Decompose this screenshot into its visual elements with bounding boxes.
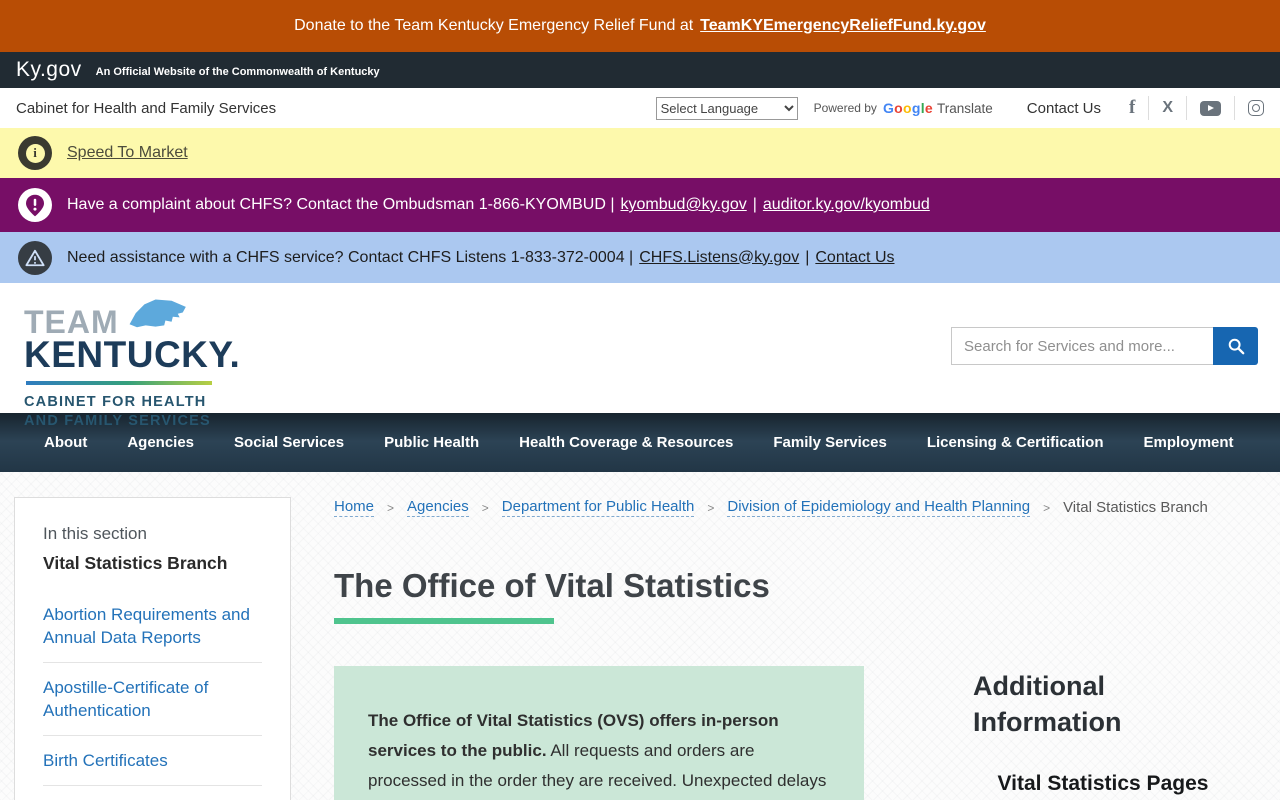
sidebar-link-abortion-reports[interactable]: Abortion Requirements and Annual Data Re… (43, 605, 250, 647)
header-logo-section: TEAM KENTUCKY. CABINET FOR HEALTH AND FA… (0, 283, 1280, 413)
powered-by-label: Powered by (814, 101, 877, 115)
pin-exclamation-icon (18, 188, 52, 222)
search-icon (1227, 337, 1245, 355)
site-name: Cabinet for Health and Family Services (16, 100, 276, 117)
site-search (951, 327, 1258, 365)
divider (1234, 96, 1235, 120)
section-sidebar: In this section Vital Statistics Branch … (14, 497, 291, 800)
x-icon[interactable]: X (1162, 99, 1173, 117)
kentucky-state-shape (127, 297, 189, 336)
warning-triangle-icon (18, 241, 52, 275)
social-links: f X (1129, 96, 1264, 120)
search-button[interactable] (1213, 327, 1258, 365)
nav-item-employment[interactable]: Employment (1124, 434, 1254, 451)
chfs-contact-us-link[interactable]: Contact Us (815, 249, 894, 267)
vital-statistics-pages-heading: Vital Statistics Pages (968, 772, 1238, 796)
donate-banner: Donate to the Team Kentucky Emergency Re… (0, 0, 1280, 52)
additional-info-heading: Additional Information (973, 668, 1223, 740)
ombudsman-text: Have a complaint about CHFS? Contact the… (67, 196, 615, 214)
page-title: The Office of Vital Statistics (334, 567, 770, 605)
nav-item-about[interactable]: About (24, 434, 107, 451)
sidebar-item: Certificate Purchase Options (43, 786, 262, 800)
chfs-listens-email-link[interactable]: CHFS.Listens@ky.gov (639, 249, 799, 267)
nav-item-public-health[interactable]: Public Health (364, 434, 499, 451)
contact-us-link[interactable]: Contact Us (1027, 100, 1101, 117)
kygov-brand[interactable]: Ky.gov (16, 58, 82, 82)
official-tagline: An Official Website of the Commonwealth … (96, 66, 380, 78)
search-input[interactable] (951, 327, 1213, 365)
sidebar-link-birth-certificates[interactable]: Birth Certificates (43, 751, 168, 770)
sidebar-link-apostille[interactable]: Apostille-Certificate of Authentication (43, 678, 208, 720)
sidebar-label: In this section (43, 524, 262, 544)
official-bar: Ky.gov An Official Website of the Common… (0, 52, 1280, 88)
title-accent-bar (334, 618, 554, 624)
sidebar-item: Apostille-Certificate of Authentication (43, 663, 262, 736)
divider (1186, 96, 1187, 120)
ombudsman-email-link[interactable]: kyombud@ky.gov (621, 196, 747, 214)
donate-banner-link[interactable]: TeamKYEmergencyReliefFund.ky.gov (700, 17, 986, 35)
youtube-icon[interactable] (1200, 101, 1221, 116)
breadcrumb-public-health[interactable]: Department for Public Health (502, 498, 695, 517)
nav-item-agencies[interactable]: Agencies (107, 434, 214, 451)
donate-banner-text: Donate to the Team Kentucky Emergency Re… (294, 17, 693, 35)
breadcrumb: Home > Agencies > Department for Public … (334, 498, 1208, 517)
sidebar-list: Abortion Requirements and Annual Data Re… (43, 590, 262, 800)
logo-cabinet-line2: AND FAMILY SERVICES (24, 412, 240, 432)
logo-team-text: TEAM (24, 309, 119, 336)
alert-speed-to-market: i Speed To Market (0, 128, 1280, 178)
info-icon: i (18, 136, 52, 170)
utility-right: Select Language Powered by Google Transl… (656, 96, 1264, 120)
page-body: Home > Agencies > Department for Public … (0, 472, 1280, 800)
alert-chfs-listens: Need assistance with a CHFS service? Con… (0, 232, 1280, 283)
alert-ombudsman: Have a complaint about CHFS? Contact the… (0, 178, 1280, 232)
breadcrumb-agencies[interactable]: Agencies (407, 498, 469, 517)
logo-kentucky-text: KENTUCKY. (24, 336, 240, 375)
chfs-listens-text: Need assistance with a CHFS service? Con… (67, 249, 633, 267)
logo-gradient-bar (26, 381, 212, 385)
sidebar-item: Abortion Requirements and Annual Data Re… (43, 590, 262, 663)
divider (1148, 96, 1149, 120)
nav-item-licensing[interactable]: Licensing & Certification (907, 434, 1124, 451)
team-kentucky-logo[interactable]: TEAM KENTUCKY. CABINET FOR HEALTH AND FA… (24, 297, 240, 432)
instagram-icon[interactable] (1248, 100, 1264, 116)
nav-item-social-services[interactable]: Social Services (214, 434, 364, 451)
sidebar-section-title: Vital Statistics Branch (43, 553, 262, 574)
facebook-icon[interactable]: f (1129, 97, 1135, 119)
ovs-callout: The Office of Vital Statistics (OVS) off… (334, 666, 864, 800)
sidebar-item: Birth Certificates (43, 736, 262, 786)
utility-bar: Cabinet for Health and Family Services S… (0, 88, 1280, 128)
nav-item-health-coverage[interactable]: Health Coverage & Resources (499, 434, 753, 451)
nav-item-family-services[interactable]: Family Services (753, 434, 906, 451)
breadcrumb-epidemiology[interactable]: Division of Epidemiology and Health Plan… (727, 498, 1030, 517)
translate-label[interactable]: Translate (937, 101, 993, 116)
speed-to-market-link[interactable]: Speed To Market (67, 144, 188, 162)
auditor-link[interactable]: auditor.ky.gov/kyombud (763, 196, 930, 214)
language-select[interactable]: Select Language (656, 97, 798, 120)
google-logo: Google (883, 100, 933, 116)
breadcrumb-home[interactable]: Home (334, 498, 374, 517)
logo-cabinet-line1: CABINET FOR HEALTH (24, 393, 240, 413)
breadcrumb-current: Vital Statistics Branch (1063, 499, 1208, 516)
